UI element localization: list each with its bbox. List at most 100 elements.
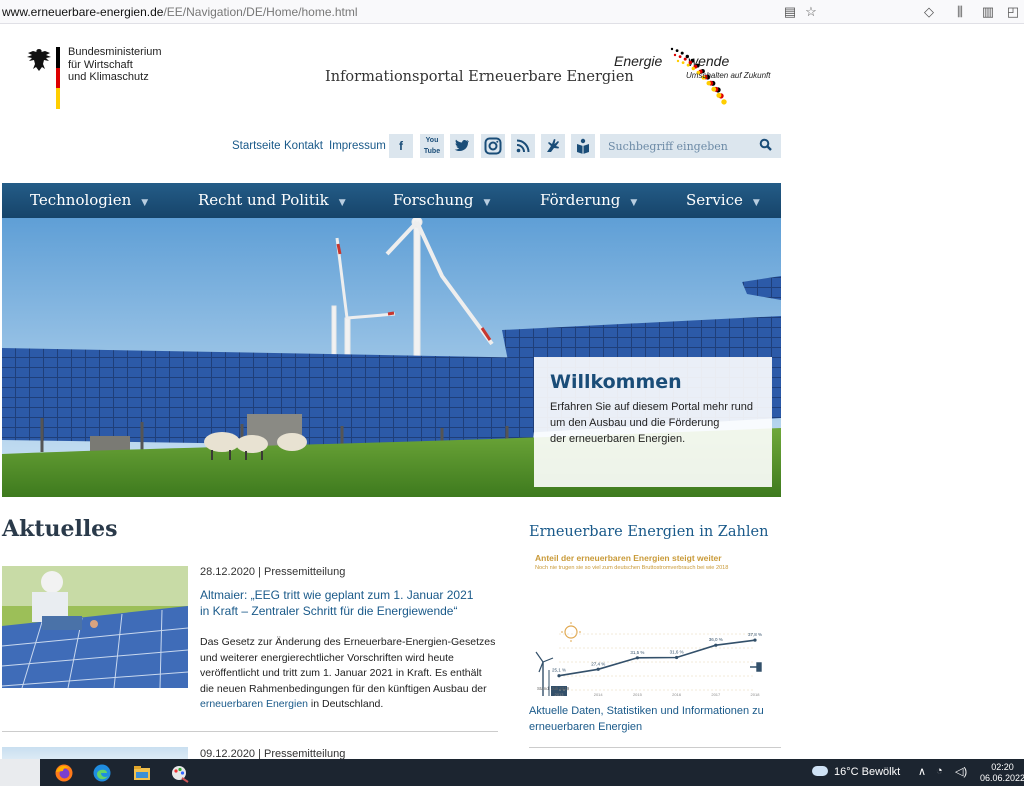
nav-item-recht-und-politik[interactable]: Recht und Politik ▼ (198, 183, 346, 218)
chart-data-label: 31,5 % (630, 650, 644, 655)
energiewende-dot (678, 55, 682, 58)
chart-x-tick-label: 2015 (633, 692, 643, 696)
welcome-box: Willkommen Erfahren Sie auf diesem Porta… (534, 357, 772, 487)
file-explorer-icon[interactable] (132, 763, 152, 783)
chart-x-tick-label: 2016 (672, 692, 682, 696)
chevron-down-icon: ▼ (752, 198, 760, 208)
renewables-chart[interactable]: Anteil der erneuerbaren Energien steigt … (529, 550, 773, 696)
search-box (600, 134, 781, 158)
link-kontakt[interactable]: Kontakt (284, 140, 323, 152)
link-impressum[interactable]: Impressum (329, 140, 386, 152)
zahlen-title: Erneuerbare Energien in Zahlen (529, 524, 769, 540)
energiewende-dot (670, 47, 674, 51)
facebook-icon[interactable]: f (389, 134, 413, 158)
chart-data-label: 27,4 % (591, 661, 605, 666)
federal-eagle-icon (27, 49, 51, 71)
chart-footnote: Stand: Juli 2019 (537, 686, 570, 691)
ministry-logo[interactable]: Bundesministerium für Wirtschaft und Kli… (26, 46, 206, 115)
energiewende-dot (721, 99, 727, 105)
nav-label: Forschung (393, 191, 474, 209)
chart-point (675, 655, 679, 660)
nav-item-foerderung[interactable]: Förderung ▼ (540, 183, 637, 218)
energiewende-dot (686, 63, 690, 67)
link-startseite[interactable]: Startseite (232, 140, 281, 152)
chevron-down-icon: ▼ (141, 198, 149, 208)
weather-widget[interactable]: 16°C Bewölkt (812, 766, 900, 778)
energiewende-dot (681, 61, 685, 64)
clock-date: 06.06.2022 (980, 773, 1024, 783)
energiewende-dot (691, 66, 695, 71)
sidebar-icon[interactable]: ▥ (979, 3, 997, 21)
nav-item-technologien[interactable]: Technologien ▼ (30, 183, 148, 218)
zahlen-link[interactable]: Aktuelle Daten, Statistiken und Informat… (529, 704, 779, 735)
chevron-down-icon: ▼ (483, 198, 491, 208)
news-divider (2, 731, 498, 732)
url-domain: www.erneuerbare-energien.de (2, 4, 164, 19)
weather-text: 16°C Bewölkt (834, 766, 901, 778)
nav-item-forschung[interactable]: Forschung ▼ (393, 183, 490, 218)
network-icon[interactable]: ◔ (936, 765, 943, 777)
chart-x-tick-label: 2018 (751, 692, 761, 696)
news-inline-link[interactable]: erneuerbaren Energien (200, 698, 308, 710)
energiewende-dot (685, 54, 689, 59)
chart-x-tick-label: 2013 (555, 692, 565, 696)
youtube-icon[interactable]: You Tube (420, 134, 444, 158)
energiewende-tagline: Umschalten auf Zukunft (686, 71, 771, 80)
news-teaser: Das Gesetz zur Änderung des Erneuerbare-… (200, 635, 500, 713)
energiewende-dot (675, 49, 679, 52)
taskbar: 16°C Bewölkt ∧ ◔ ◁) 02:20 06.06.2022 (0, 759, 1024, 786)
chart-data-label: 31,6 % (670, 650, 684, 655)
url-path: /EE/Navigation/DE/Home/home.html (163, 4, 358, 19)
nav-label: Service (686, 191, 743, 209)
news-meta: 28.12.2020 | Pressemitteilung (200, 566, 346, 578)
news-section-title: Aktuelles (2, 516, 118, 542)
twitter-icon[interactable] (450, 134, 474, 158)
library-icon[interactable]: ⫼ (951, 3, 969, 21)
chevron-down-icon: ▼ (630, 198, 638, 208)
solar-worker-photo (2, 566, 188, 688)
pocket-icon[interactable]: ◇ (920, 3, 938, 21)
start-area[interactable] (0, 759, 40, 786)
news-meta-2: 09.12.2020 | Pressemitteilung (200, 748, 346, 759)
chart-point (557, 674, 561, 678)
energiewende-dot (716, 92, 722, 98)
nav-item-service[interactable]: Service ▼ (686, 183, 760, 218)
firefox-icon[interactable] (54, 763, 74, 783)
news-headline-link[interactable]: Altmaier: „EEG tritt wie geplant zum 1. … (200, 587, 490, 619)
chart-x-tick-label: 2017 (711, 692, 721, 696)
bookmark-star-icon[interactable]: ☆ (802, 3, 820, 21)
clock[interactable]: 02:20 06.06.2022 (980, 762, 1024, 784)
extension-icon[interactable]: ◰ (1004, 3, 1022, 21)
ministry-name: Bundesministerium für Wirtschaft und Kli… (68, 46, 162, 83)
chart-x-tick-label: 2014 (594, 692, 604, 696)
news-teaser-end: in Deutschland. (308, 698, 384, 710)
news-image-2[interactable] (2, 747, 188, 759)
chart-point (596, 667, 600, 671)
search-icon[interactable] (759, 138, 773, 152)
volume-icon[interactable]: ◁) (955, 765, 967, 778)
chart-series-line (558, 639, 756, 677)
nav-label: Technologien (30, 191, 132, 209)
chart-data-label: 25,1 % (552, 668, 566, 673)
chart-plot: 25,1 % 2013 27,4 % 2014 31,5 % 2015 31,6 % 2016… (535, 622, 762, 696)
chart-data-label: 36,0 % (709, 637, 723, 642)
easy-language-icon[interactable] (571, 134, 595, 158)
chevron-up-icon[interactable]: ∧ (918, 765, 926, 778)
energiewende-dot (688, 60, 692, 65)
instagram-icon[interactable] (481, 134, 505, 158)
paint-app-icon[interactable] (170, 763, 190, 783)
search-input[interactable] (600, 134, 755, 158)
news-image[interactable] (2, 566, 188, 688)
reader-view-icon[interactable]: ▤ (781, 3, 799, 21)
main-navigation: Technologien ▼ Recht und Politik ▼ Forschu… (2, 183, 781, 218)
rss-icon[interactable] (511, 134, 535, 158)
chart-point (753, 638, 757, 642)
energiewende-dot (711, 86, 717, 92)
browser-toolbar: www.erneuerbare-energien.de/EE/Navigatio… (0, 0, 1024, 24)
chart-data-label: 37,8 % (748, 632, 762, 637)
news-teaser-text: Das Gesetz zur Änderung des Erneuerbare-… (200, 636, 496, 695)
energiewende-logo[interactable]: Energie wende Umschalten auf Zukunft (612, 41, 782, 107)
address-bar[interactable]: www.erneuerbare-energien.de/EE/Navigatio… (0, 5, 358, 19)
edge-icon[interactable] (92, 763, 112, 783)
sign-language-icon[interactable] (541, 134, 565, 158)
